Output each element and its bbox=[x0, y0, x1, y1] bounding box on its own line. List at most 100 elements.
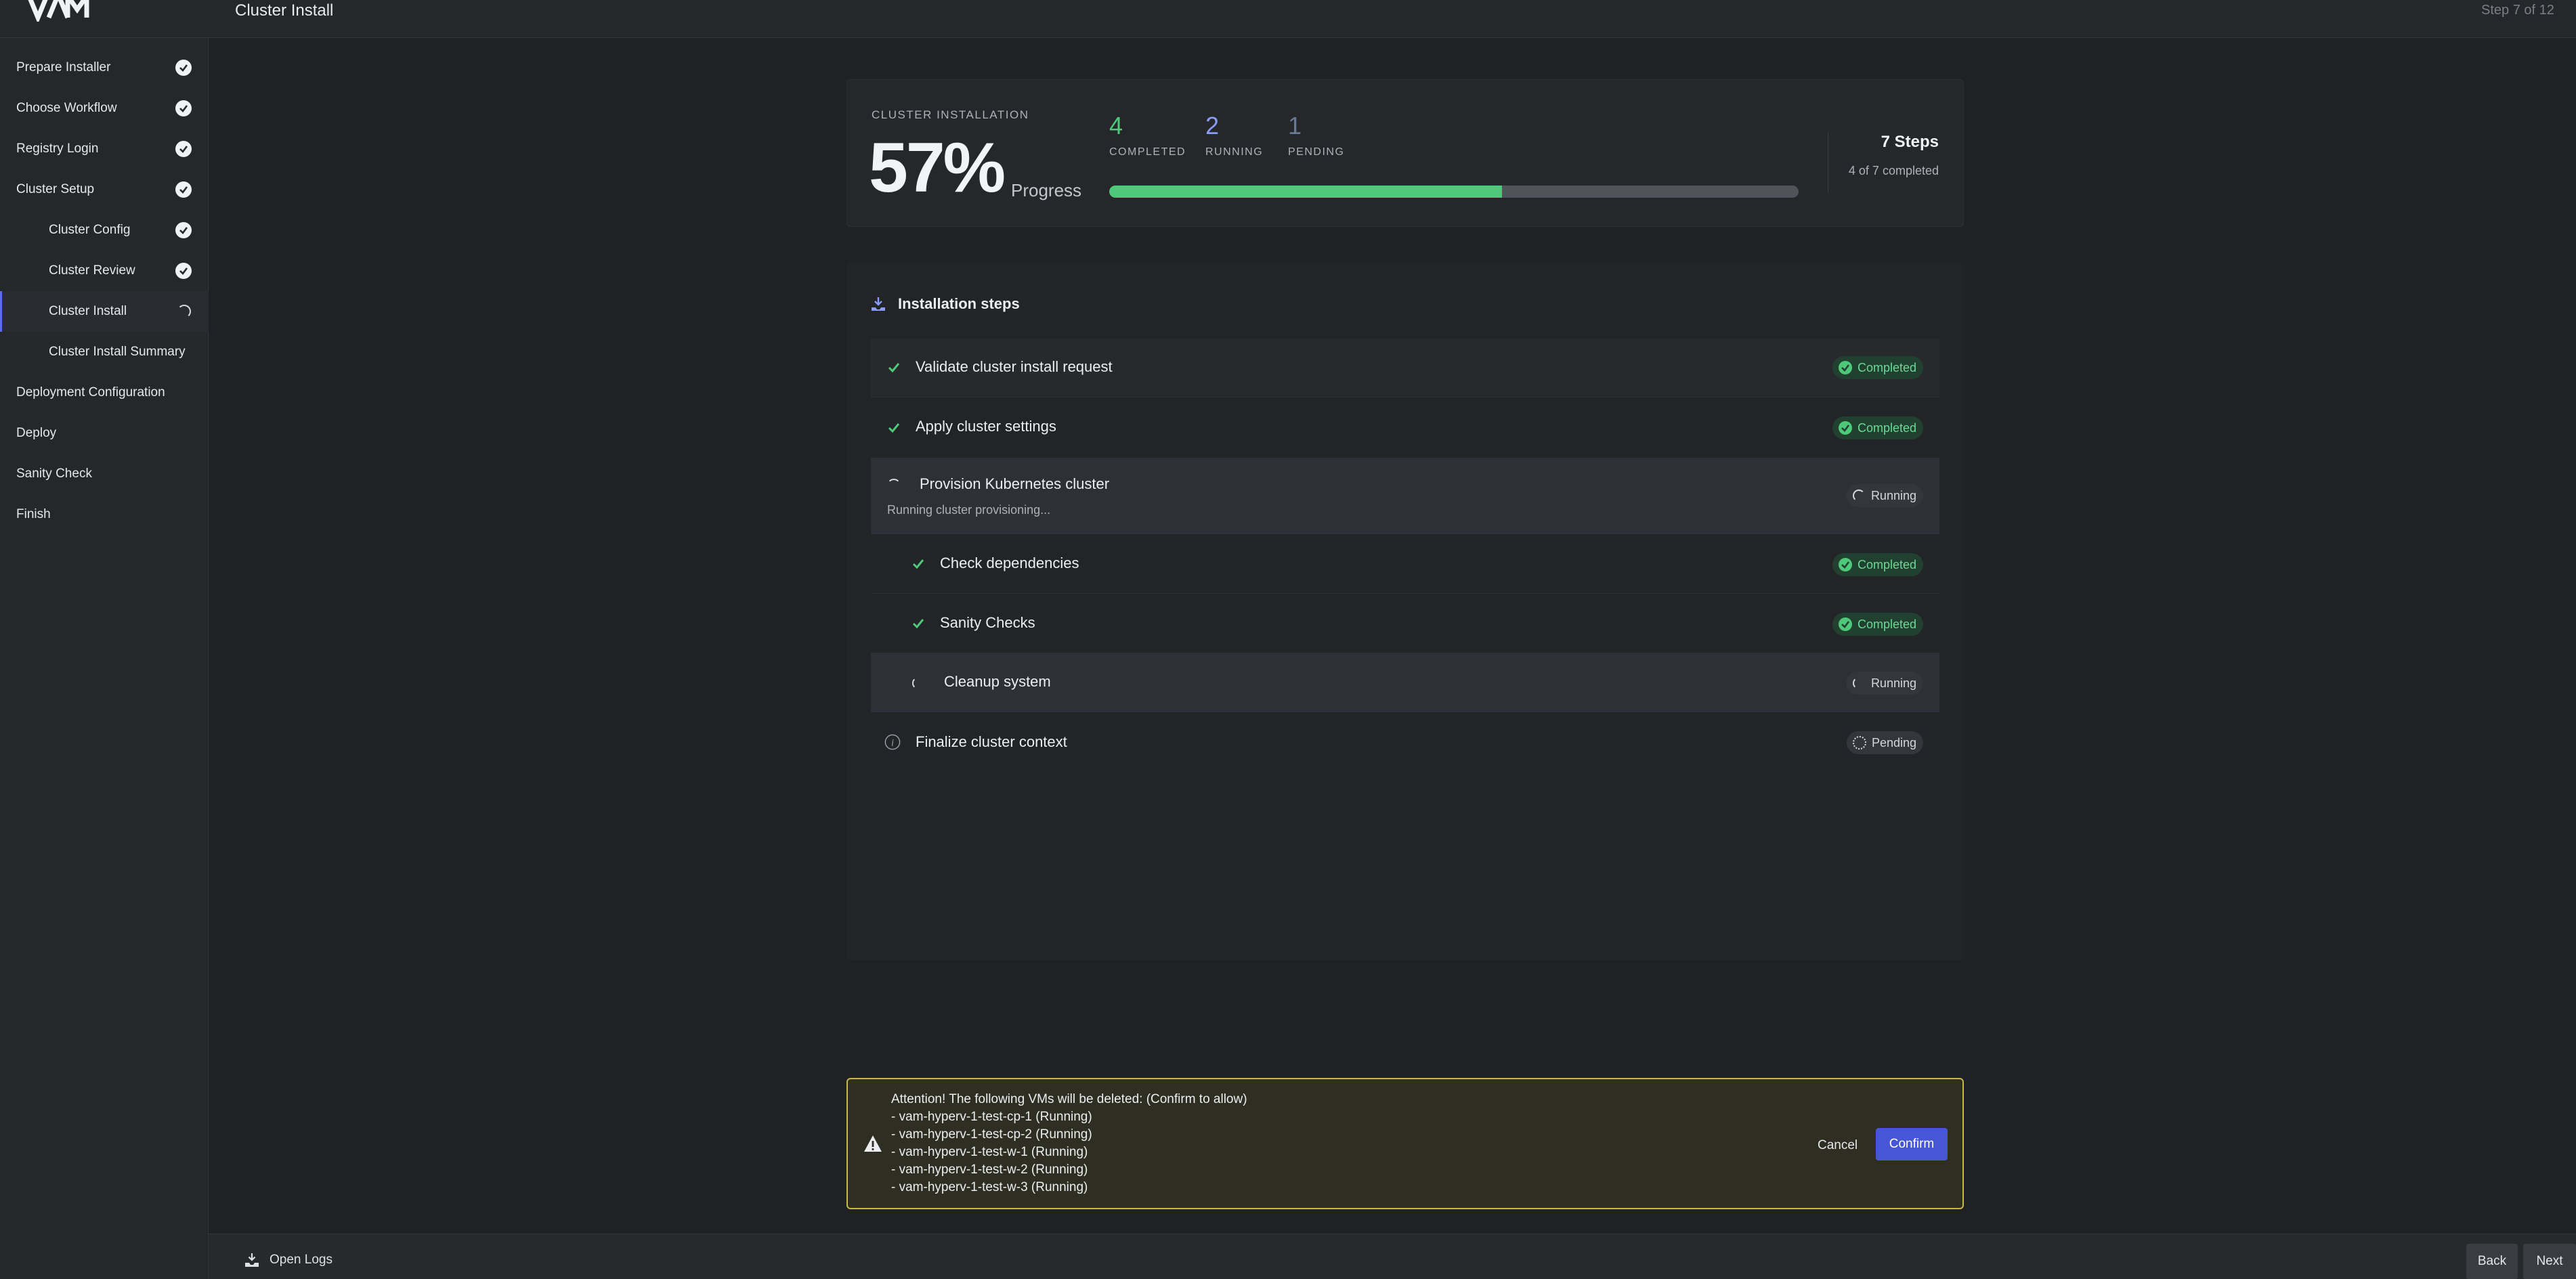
status-badge: Completed bbox=[1832, 553, 1923, 576]
step-row: Check dependencies Completed bbox=[871, 534, 1939, 594]
warning-icon bbox=[864, 1135, 882, 1152]
step-name: Provision Kubernetes cluster bbox=[920, 475, 1110, 492]
footer: Open Logs Back Next bbox=[209, 1234, 2576, 1279]
check-circle-icon bbox=[1838, 557, 1853, 572]
step-row: Apply cluster settings Completed bbox=[871, 397, 1939, 458]
check-circle-icon bbox=[1838, 360, 1853, 375]
step-name: Cleanup system bbox=[944, 673, 1051, 690]
step-name: Sanity Checks bbox=[940, 614, 1035, 631]
check-circle-icon bbox=[1838, 617, 1853, 632]
confirm-button[interactable]: Confirm bbox=[1876, 1128, 1948, 1161]
install-icon bbox=[872, 297, 885, 311]
progress-bar-fill bbox=[1109, 186, 1503, 198]
status-badge-label: Completed bbox=[1857, 420, 1916, 435]
alert-line: - vam-hyperv-1-test-w-3 (Running) bbox=[891, 1180, 1088, 1194]
sidebar-item-label: Prepare Installer bbox=[16, 60, 111, 74]
top-bar: Cluster Install Step 7 of 12 bbox=[0, 0, 2576, 38]
check-icon bbox=[886, 420, 902, 436]
progress-label: Progress bbox=[1011, 180, 1082, 200]
back-button[interactable]: Back bbox=[2466, 1244, 2518, 1279]
check-icon bbox=[910, 615, 926, 632]
sidebar-item-label: Deploy bbox=[16, 426, 57, 440]
sidebar-item-label: Cluster Setup bbox=[16, 182, 95, 196]
sidebar-item-label: Cluster Install bbox=[49, 304, 127, 318]
sidebar-item-cluster-install[interactable]: Cluster Install bbox=[0, 291, 209, 332]
step-row: i Finalize cluster context Pending bbox=[871, 712, 1939, 772]
check-icon bbox=[886, 360, 902, 376]
sidebar-item-deploy[interactable]: Deploy bbox=[0, 413, 209, 454]
alert-line: - vam-hyperv-1-test-cp-2 (Running) bbox=[891, 1127, 1092, 1142]
installation-steps-header: Installation steps bbox=[870, 295, 1020, 313]
step-name: Apply cluster settings bbox=[916, 418, 1056, 435]
sidebar-item-label: Cluster Review bbox=[49, 263, 135, 278]
sidebar-item-label: Choose Workflow bbox=[16, 101, 117, 115]
spinner-icon bbox=[886, 477, 902, 494]
step-name: Finalize cluster context bbox=[916, 733, 1067, 750]
check-circle-icon bbox=[175, 100, 192, 116]
status-badge: Pending bbox=[1846, 731, 1923, 754]
step-row: Sanity Checks Completed bbox=[871, 594, 1939, 653]
sidebar-item-cluster-config[interactable]: Cluster Config bbox=[0, 210, 209, 251]
check-circle-icon bbox=[1838, 420, 1853, 435]
step-name: Check dependencies bbox=[940, 555, 1079, 571]
spinner-icon bbox=[910, 675, 926, 691]
status-badge: Running bbox=[1845, 484, 1923, 507]
installation-steps-title: Installation steps bbox=[898, 295, 1020, 312]
step-detail: Running cluster provisioning... bbox=[887, 503, 1051, 517]
sidebar-item-sanity-check[interactable]: Sanity Check bbox=[0, 454, 209, 494]
status-badge-label: Completed bbox=[1857, 360, 1916, 374]
alert-line: - vam-hyperv-1-test-w-2 (Running) bbox=[891, 1163, 1088, 1177]
sidebar-item-choose-workflow[interactable]: Choose Workflow bbox=[0, 88, 209, 129]
stat-running-label: RUNNING bbox=[1205, 146, 1264, 158]
sidebar-item-cluster-setup[interactable]: Cluster Setup bbox=[0, 169, 209, 210]
status-badge: Running bbox=[1845, 672, 1923, 695]
sidebar-item-prepare-installer[interactable]: Prepare Installer bbox=[0, 47, 209, 88]
step-row: Validate cluster install request Complet… bbox=[871, 339, 1939, 397]
stat-pending-label: PENDING bbox=[1288, 146, 1345, 158]
sidebar-item-label: Cluster Install Summary bbox=[49, 345, 186, 359]
page-title: Cluster Install bbox=[235, 1, 334, 20]
progress-percent: 57% bbox=[869, 129, 1006, 207]
status-badge: Completed bbox=[1832, 356, 1923, 379]
sidebar-item-label: Registry Login bbox=[16, 142, 99, 156]
check-circle-icon bbox=[175, 222, 192, 238]
steps-total: 7 Steps bbox=[1881, 133, 1939, 151]
status-badge: Completed bbox=[1832, 416, 1923, 439]
sidebar-item-finish[interactable]: Finish bbox=[0, 494, 209, 535]
next-button[interactable]: Next bbox=[2523, 1244, 2576, 1279]
vam-logo bbox=[28, 0, 89, 22]
pending-icon bbox=[1852, 735, 1867, 750]
stat-pending: 1 PENDING bbox=[1288, 114, 1344, 158]
status-badge-label: Running bbox=[1870, 488, 1916, 502]
installation-steps-card: Installation steps Validate cluster inst… bbox=[846, 263, 1964, 960]
sidebar-item-cluster-review[interactable]: Cluster Review bbox=[0, 251, 209, 291]
stat-pending-count: 1 bbox=[1288, 112, 1302, 139]
sidebar-item-label: Cluster Config bbox=[49, 223, 131, 237]
sidebar-item-deployment-configuration[interactable]: Deployment Configuration bbox=[0, 372, 209, 413]
status-badge: Completed bbox=[1832, 613, 1923, 636]
alert-line: - vam-hyperv-1-test-cp-1 (Running) bbox=[891, 1110, 1092, 1124]
open-logs-label: Open Logs bbox=[270, 1253, 332, 1267]
cancel-button[interactable]: Cancel bbox=[1808, 1131, 1867, 1161]
stat-running: 2 RUNNING bbox=[1205, 114, 1263, 158]
progress-eyebrow: CLUSTER INSTALLATION bbox=[872, 108, 1029, 121]
sidebar-item-cluster-install-summary[interactable]: Cluster Install Summary bbox=[0, 332, 209, 372]
check-circle-icon bbox=[175, 141, 192, 157]
alert-line: Attention! The following VMs will be del… bbox=[891, 1092, 1247, 1106]
status-badge-label: Completed bbox=[1857, 557, 1916, 571]
status-badge-label: Completed bbox=[1857, 617, 1916, 631]
check-circle-icon bbox=[175, 181, 192, 198]
stat-running-count: 2 bbox=[1205, 112, 1220, 139]
spinner-icon bbox=[177, 305, 191, 318]
sidebar-item-label: Deployment Configuration bbox=[16, 385, 165, 399]
progress-card: CLUSTER INSTALLATION 57% Progress 4 COMP… bbox=[846, 79, 1964, 227]
spinner-icon bbox=[1851, 488, 1866, 503]
open-logs-button[interactable]: Open Logs bbox=[244, 1252, 332, 1268]
status-badge-label: Running bbox=[1870, 676, 1916, 690]
step-name: Validate cluster install request bbox=[916, 358, 1113, 375]
stat-completed: 4 COMPLETED bbox=[1109, 114, 1186, 158]
sidebar-item-registry-login[interactable]: Registry Login bbox=[0, 129, 209, 169]
steps-completed-summary: 4 of 7 completed bbox=[1848, 164, 1939, 177]
sidebar: Prepare Installer Choose Workflow Regist… bbox=[0, 38, 209, 1279]
spinner-icon bbox=[1851, 676, 1866, 691]
